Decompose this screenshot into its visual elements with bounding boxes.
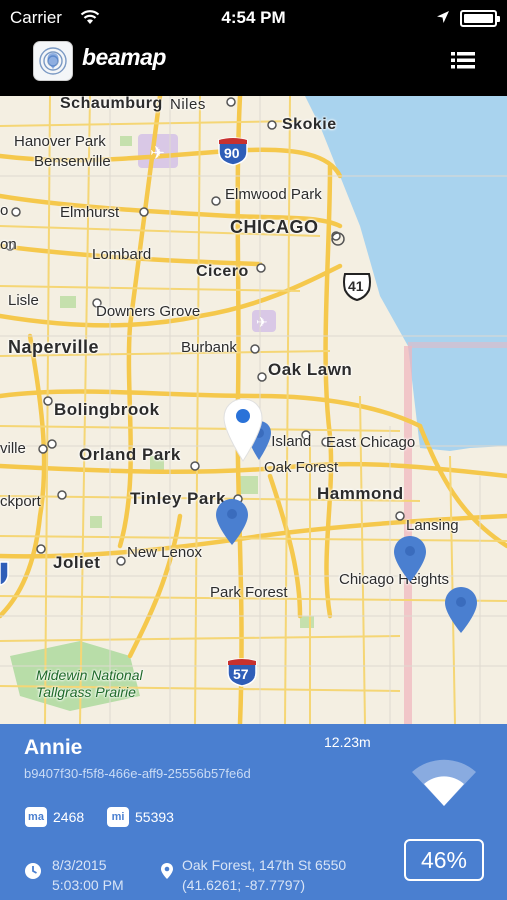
major-value: 2468	[53, 809, 85, 825]
signal-strength-icon	[412, 759, 476, 806]
list-menu-icon[interactable]	[450, 48, 476, 72]
map-label-naperville: Naperville	[8, 337, 100, 357]
map-label-oak-lawn: Oak Lawn	[268, 360, 353, 379]
beacon-logo-icon	[33, 41, 73, 81]
nav-bar: beamap	[0, 36, 507, 96]
i90-label: 90	[224, 145, 240, 161]
map-label-elmhurst: Elmhurst	[60, 204, 120, 221]
location-arrow-icon	[437, 11, 449, 23]
map-label-bolingbrook: Bolingbrook	[54, 400, 160, 419]
minor-value: 55393	[135, 809, 174, 825]
map-label-tinley-park: Tinley Park	[130, 489, 226, 508]
map-label-edge-o: o	[0, 202, 9, 219]
map-label-orland-park: Orland Park	[79, 445, 181, 464]
map-label-new-lenox: New Lenox	[127, 544, 203, 561]
map-label-midewin-1: Midewin National	[36, 667, 143, 683]
map-label-lisle: Lisle	[8, 292, 39, 309]
major-badge: ma	[25, 807, 47, 827]
map-label-elmwood-park: Elmwood Park	[225, 186, 322, 203]
edge-highway-shield	[0, 561, 9, 586]
map-label-edge-ckport: ckport	[0, 493, 41, 510]
location-pin-icon	[161, 863, 173, 879]
map-label-east-chicago: East Chicago	[326, 434, 416, 451]
timestamp-date: 8/3/2015	[52, 857, 107, 873]
selected-beacon-pin[interactable]	[222, 397, 264, 463]
map-label-joliet: Joliet	[53, 553, 101, 572]
map-label-bensenville: Bensenville	[34, 153, 111, 170]
svg-text:✈: ✈	[150, 143, 165, 164]
map-label-chicago: CHICAGO	[230, 217, 319, 237]
app-name: beamap	[82, 44, 166, 70]
map-view[interactable]: ✈ ✈ 90 41 57 Schaumburg Niles Skokie Han…	[0, 96, 507, 724]
beacon-pin-east[interactable]	[444, 586, 478, 634]
map-label-skokie: Skokie	[282, 116, 337, 133]
minor-badge: mi	[107, 807, 129, 827]
us41-label: 41	[348, 278, 364, 294]
location-info: Oak Forest, 147th St 6550 (41.6261; -87.…	[182, 855, 346, 895]
map-label-oak-forest: Oak Forest	[264, 459, 339, 476]
map-label-burbank: Burbank	[181, 339, 237, 356]
battery-icon	[460, 10, 500, 27]
timestamp-time: 5:03:00 PM	[52, 877, 124, 893]
map-label-lombard: Lombard	[92, 246, 152, 263]
beacon-distance: 12.23m	[324, 734, 371, 750]
map-label-schaumburg: Schaumburg	[60, 96, 163, 112]
map-label-cicero: Cicero	[196, 263, 249, 280]
location-address: Oak Forest, 147th St 6550	[182, 857, 347, 873]
beacon-pin-chicago-heights[interactable]	[393, 535, 427, 583]
i57-label: 57	[233, 666, 249, 682]
map-label-edge-ville: ville	[0, 440, 26, 457]
status-time: 4:54 PM	[221, 8, 286, 27]
map-label-edge-on: on	[0, 236, 17, 253]
map-label-hanover-park: Hanover Park	[14, 133, 106, 150]
map-label-downers-grove: Downers Grove	[96, 303, 201, 320]
map-label-park-forest: Park Forest	[210, 584, 288, 601]
location-coordinates: (41.6261; -87.7797)	[182, 877, 305, 893]
map-label-hammond: Hammond	[317, 484, 404, 503]
timestamp: 8/3/2015 5:03:00 PM	[52, 855, 124, 895]
clock-icon	[25, 863, 41, 879]
beacon-name: Annie	[24, 736, 83, 759]
signal-percent-box: 46%	[404, 839, 484, 881]
svg-text:✈: ✈	[256, 315, 268, 331]
beacon-pin-tinley[interactable]	[215, 498, 249, 546]
map-label-lansing: Lansing	[406, 517, 459, 534]
map-label-midewin-2: Tallgrass Prairie	[36, 684, 136, 700]
map-label-niles: Niles	[170, 96, 206, 113]
status-bar: Carrier 4:54 PM	[0, 0, 507, 36]
beacon-info-panel[interactable]: Annie 12.23m b9407f30-f5f8-466e-aff9-255…	[0, 724, 507, 900]
beacon-uuid: b9407f30-f5f8-466e-aff9-25556b57fe6d	[24, 766, 251, 781]
